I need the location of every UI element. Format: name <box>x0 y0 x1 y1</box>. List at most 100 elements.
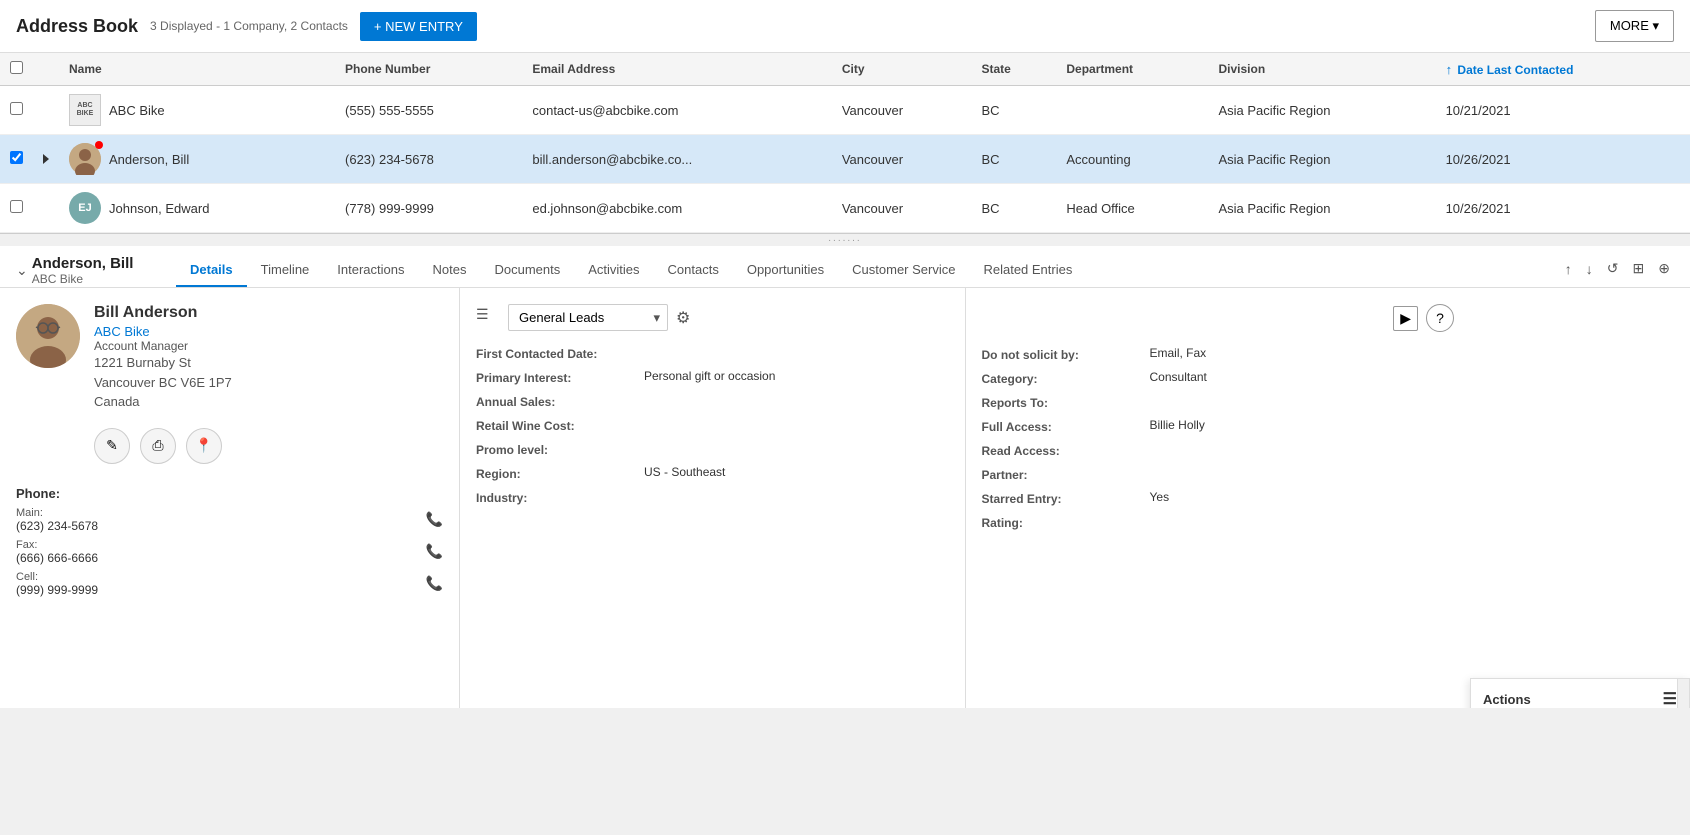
contact-info-text: Bill Anderson ABC Bike Account Manager 1… <box>94 304 232 412</box>
table-row[interactable]: Anderson, Bill(623) 234-5678bill.anderso… <box>0 135 1690 184</box>
field-row: Reports To: <box>982 394 1455 410</box>
tab-opportunities[interactable]: Opportunities <box>733 254 838 287</box>
row-checkbox[interactable] <box>10 151 23 164</box>
tab-contacts[interactable]: Contacts <box>654 254 733 287</box>
columns-button[interactable]: ⊞ <box>1629 258 1649 279</box>
cell-state: BC <box>972 86 1057 135</box>
avatar: EJ <box>69 192 101 224</box>
refresh-button[interactable]: ↺ <box>1603 258 1623 279</box>
collapse-icon[interactable]: ⌄ <box>16 262 28 279</box>
field-row: Promo level: <box>476 441 949 457</box>
tab-documents[interactable]: Documents <box>480 254 574 287</box>
move-up-button[interactable]: ↑ <box>1561 259 1576 279</box>
notification-dot <box>95 141 103 149</box>
field-label: Reports To: <box>982 394 1142 410</box>
tab-details[interactable]: Details <box>176 254 247 287</box>
col-name[interactable]: Name <box>59 53 335 86</box>
row-checkbox[interactable] <box>10 102 23 115</box>
col-department[interactable]: Department <box>1056 53 1208 86</box>
add-tab-button[interactable]: ⊕ <box>1654 258 1674 279</box>
actions-panel: Actions ☰ ↗Make a call↙Receive a call✎Lo… <box>1470 678 1690 708</box>
field-label: Starred Entry: <box>982 490 1142 506</box>
edit-button[interactable]: ✎ <box>94 428 130 464</box>
more-button[interactable]: MORE ▾ <box>1595 10 1674 42</box>
field-label: Category: <box>982 370 1142 386</box>
field-row: Do not solicit by:Email, Fax <box>982 346 1455 362</box>
select-all-checkbox[interactable] <box>10 61 23 74</box>
contact-name[interactable]: Johnson, Edward <box>109 201 209 216</box>
tab-related_entries[interactable]: Related Entries <box>969 254 1086 287</box>
cell-state: BC <box>972 184 1057 233</box>
displayed-count: 3 Displayed - 1 Company, 2 Contacts <box>150 19 348 33</box>
row-checkbox[interactable] <box>10 200 23 213</box>
segment-dropdown[interactable]: General LeadsSegment 2Segment 3 <box>508 304 668 331</box>
help-button[interactable]: ? <box>1426 304 1454 332</box>
cell-state: BC <box>972 135 1057 184</box>
field-label: Annual Sales: <box>476 393 636 409</box>
field-row: Starred Entry:Yes <box>982 490 1455 506</box>
col-email[interactable]: Email Address <box>522 53 831 86</box>
segment-lines-icon[interactable]: ☰ <box>476 306 500 330</box>
col-division[interactable]: Division <box>1208 53 1435 86</box>
field-row: Full Access:Billie Holly <box>982 418 1455 434</box>
expand-cell <box>33 86 59 135</box>
tab-timeline[interactable]: Timeline <box>247 254 324 287</box>
cell-email: bill.anderson@abcbike.co... <box>522 135 831 184</box>
select-all-header[interactable] <box>0 53 33 86</box>
gear-icon[interactable]: ⚙ <box>676 308 690 328</box>
col-phone[interactable]: Phone Number <box>335 53 522 86</box>
call-icon[interactable]: 📞 <box>426 543 443 560</box>
contact-name[interactable]: ABC Bike <box>109 103 165 118</box>
call-icon[interactable]: 📞 <box>426 575 443 592</box>
field-value: Billie Holly <box>1150 418 1205 432</box>
page-title: Address Book <box>16 16 138 37</box>
cell-department: Head Office <box>1056 184 1208 233</box>
field-label: Rating: <box>982 514 1142 530</box>
new-entry-button[interactable]: + NEW ENTRY <box>360 12 477 41</box>
move-down-button[interactable]: ↓ <box>1582 259 1597 279</box>
address-book-header: Address Book 3 Displayed - 1 Company, 2 … <box>0 0 1690 53</box>
expand-arrow-icon[interactable] <box>43 154 49 164</box>
field-row: Annual Sales: <box>476 393 949 409</box>
contact-fullname: Bill Anderson <box>94 304 232 322</box>
tab-interactions[interactable]: Interactions <box>323 254 418 287</box>
field-row: Primary Interest:Personal gift or occasi… <box>476 369 949 385</box>
col-state[interactable]: State <box>972 53 1057 86</box>
cell-city: Vancouver <box>832 86 972 135</box>
resize-handle[interactable]: ....... <box>0 234 1690 242</box>
contact-company-link[interactable]: ABC Bike <box>94 324 232 339</box>
tab-customer_service[interactable]: Customer Service <box>838 254 969 287</box>
field-row: Rating: <box>982 514 1455 530</box>
contact-name-section: ⌄ Anderson, Bill ABC Bike <box>16 255 176 286</box>
tab-activities[interactable]: Activities <box>574 254 653 287</box>
scrollbar[interactable] <box>1677 679 1689 708</box>
video-button[interactable]: ▶ <box>1393 306 1418 331</box>
phone-section: Phone: Main:(623) 234-5678📞Fax:(666) 666… <box>16 478 443 611</box>
name-cell: ABCBIKEABC Bike <box>59 86 335 135</box>
actions-panel-header: Actions ☰ <box>1471 679 1689 708</box>
name-cell: EJ Johnson, Edward <box>59 184 335 233</box>
expand-col-header <box>33 53 59 86</box>
table-row[interactable]: ABCBIKEABC Bike(555) 555-5555contact-us@… <box>0 86 1690 135</box>
tab-notes[interactable]: Notes <box>419 254 481 287</box>
contact-title: Account Manager <box>94 339 232 353</box>
field-label: Do not solicit by: <box>982 346 1142 362</box>
cell-date_last_contacted: 10/26/2021 <box>1436 184 1690 233</box>
table-row[interactable]: EJJohnson, Edward(778) 999-9999ed.johnso… <box>0 184 1690 233</box>
field-label: Region: <box>476 465 636 481</box>
phone-row: Cell:(999) 999-9999📞 <box>16 571 443 597</box>
call-icon[interactable]: 📞 <box>426 511 443 528</box>
cell-date_last_contacted: 10/21/2021 <box>1436 86 1690 135</box>
print-button[interactable]: ⎙ <box>140 428 176 464</box>
col-date-last-contacted[interactable]: ↑ Date Last Contacted <box>1436 53 1690 86</box>
detail-fields: ☰ General LeadsSegment 2Segment 3 ▾ ⚙ Fi… <box>460 288 966 708</box>
contact-name[interactable]: Anderson, Bill <box>109 152 189 167</box>
field-value: Personal gift or occasion <box>644 369 775 383</box>
col-city[interactable]: City <box>832 53 972 86</box>
hamburger-icon[interactable]: ☰ <box>1663 689 1677 708</box>
field-value: Consultant <box>1150 370 1207 384</box>
contact-card: Bill Anderson ABC Bike Account Manager 1… <box>0 288 460 708</box>
location-button[interactable]: 📍 <box>186 428 222 464</box>
field-row: First Contacted Date: <box>476 345 949 361</box>
row-checkbox-cell <box>0 86 33 135</box>
